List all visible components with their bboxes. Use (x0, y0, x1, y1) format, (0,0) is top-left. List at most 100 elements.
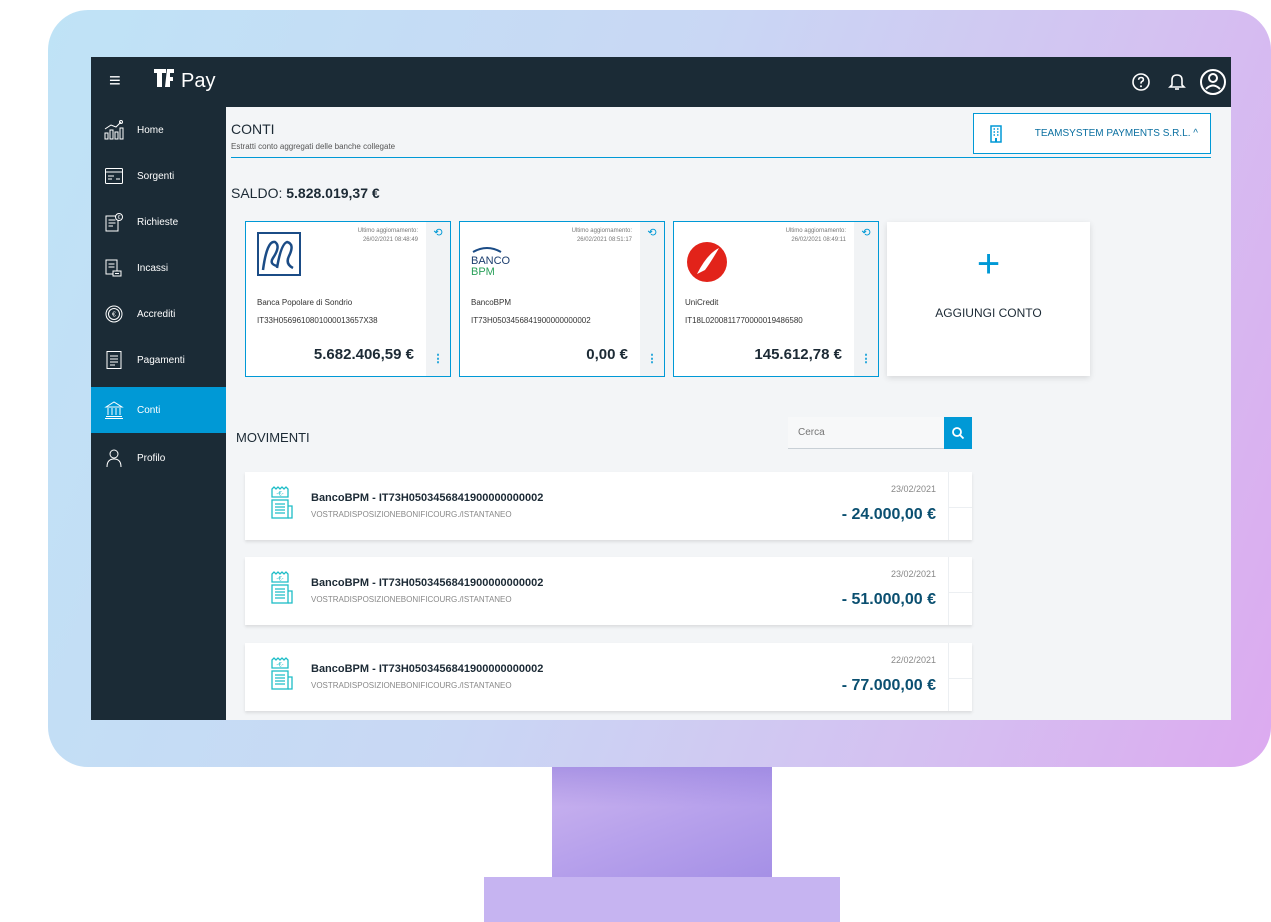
banco-bpm-logo: BANCO BPM (471, 242, 515, 292)
top-bar: ≡ Pay (91, 57, 1231, 107)
sidebar-item-label: Conti (137, 404, 161, 416)
refresh-icon[interactable]: ⟲ (640, 226, 664, 246)
last-update-date: 26/02/2021 08:51:17 (576, 237, 632, 243)
svg-text:-€-: -€- (276, 577, 283, 583)
movements-title: MOVIMENTI (236, 430, 310, 445)
company-selector[interactable]: TEAMSYSTEM PAYMENTS S.R.L. ^ (973, 113, 1211, 154)
last-update-date: 26/02/2021 08:49:11 (791, 237, 846, 243)
sources-icon (91, 167, 137, 185)
movement-row-side (948, 557, 972, 625)
svg-text:-€-: -€- (276, 663, 283, 669)
sidebar-item-pagamenti[interactable]: Pagamenti (91, 337, 226, 383)
search-button[interactable] (944, 417, 972, 449)
payments-icon (91, 350, 137, 370)
bank-name: Banca Popolare di Sondrio (257, 298, 353, 307)
sidebar-item-label: Accrediti (137, 308, 176, 320)
main-content: CONTI Estratti conto aggregati delle ban… (226, 107, 1231, 720)
total-balance: SALDO: 5.828.019,37 € (231, 185, 380, 201)
unicredit-logo (685, 240, 729, 290)
sidebar-item-label: Richieste (137, 216, 179, 228)
refresh-icon[interactable]: ⟲ (426, 226, 450, 246)
movement-title: BancoBPM - IT73H0503456841900000000002 (311, 663, 544, 675)
movement-date: 23/02/2021 (890, 484, 936, 494)
sidebar-item-richieste[interactable]: € Richieste (91, 199, 226, 245)
building-icon (974, 124, 1018, 143)
user-avatar-icon[interactable] (1195, 57, 1231, 107)
kebab-menu-icon[interactable]: ⋮ (426, 352, 450, 370)
account-card-sondrio[interactable]: ⟲ ⋮ Ultimo aggiornamento: 26/02/2021 08:… (245, 221, 451, 377)
sidebar-item-conti[interactable]: Conti (91, 387, 226, 433)
refresh-icon[interactable]: ⟲ (854, 226, 878, 246)
movement-title: BancoBPM - IT73H0503456841900000000002 (311, 577, 544, 589)
account-balance: 0,00 € (586, 346, 628, 363)
last-update-date: 26/02/2021 08:48:49 (362, 237, 418, 243)
movement-date: 23/02/2021 (890, 569, 936, 579)
app-screen: ≡ Pay Home Sorgenti € Richieste Incassi … (91, 57, 1231, 720)
sidebar-item-label: Pagamenti (137, 354, 185, 366)
top-bar-actions (1123, 57, 1231, 107)
movement-row[interactable]: -€- BancoBPM - IT73H05034568419000000000… (245, 557, 972, 625)
sidebar-item-profilo[interactable]: Profilo (91, 435, 226, 481)
movement-date: 22/02/2021 (890, 655, 936, 665)
movement-amount: - 77.000,00 € (841, 677, 936, 694)
bank-iban: IT73H0503456841900000000002 (471, 316, 591, 325)
last-update-label: Ultimo aggiornamento: (357, 228, 418, 234)
monitor-stand-base (484, 877, 840, 922)
help-icon[interactable] (1123, 57, 1159, 107)
euro-coin-icon: € (91, 304, 137, 324)
sidebar-item-sorgenti[interactable]: Sorgenti (91, 153, 226, 199)
sidebar-item-incassi[interactable]: Incassi (91, 245, 226, 291)
sidebar-item-label: Home (137, 124, 164, 136)
page-subtitle: Estratti conto aggregati delle banche co… (231, 142, 396, 151)
bank-name: BancoBPM (471, 298, 512, 307)
add-account-label: AGGIUNGI CONTO (935, 306, 1042, 320)
last-update-label: Ultimo aggiornamento: (785, 228, 846, 234)
receipt-euro-icon: -€- (269, 657, 295, 695)
movement-amount: - 51.000,00 € (841, 591, 936, 608)
sidebar-item-home[interactable]: Home (91, 107, 226, 153)
balance-label: SALDO: (231, 185, 283, 201)
sidebar: Home Sorgenti € Richieste Incassi € Accr… (91, 107, 226, 720)
add-account-button[interactable]: + AGGIUNGI CONTO (887, 222, 1090, 376)
movement-description: VOSTRADISPOSIZIONEBONIFICOURG./ISTANTANE… (311, 595, 512, 604)
svg-text:€: € (118, 215, 121, 221)
balance-value: 5.828.019,37 € (286, 185, 380, 201)
kebab-menu-icon[interactable]: ⋮ (854, 352, 878, 370)
page-stage: ≡ Pay Home Sorgenti € Richieste Incassi … (0, 0, 1271, 922)
bank-iban: IT33H0569610801000013657X38 (257, 316, 378, 325)
movement-row[interactable]: -€- BancoBPM - IT73H05034568419000000000… (245, 643, 972, 711)
sidebar-item-accrediti[interactable]: € Accrediti (91, 291, 226, 337)
hamburger-menu-icon[interactable]: ≡ (109, 71, 125, 91)
last-update-label: Ultimo aggiornamento: (571, 228, 632, 234)
kebab-menu-icon[interactable]: ⋮ (640, 352, 664, 370)
movement-row[interactable]: -€- BancoBPM - IT73H05034568419000000000… (245, 472, 972, 540)
movement-description: VOSTRADISPOSIZIONEBONIFICOURG./ISTANTANE… (311, 510, 512, 519)
collections-icon (91, 258, 137, 278)
bank-iban: IT18L0200811770000019486580 (685, 316, 803, 325)
bank-icon (91, 400, 137, 420)
movement-amount: - 24.000,00 € (841, 506, 936, 523)
account-card-unicredit[interactable]: ⟲ ⋮ Ultimo aggiornamento: 26/02/2021 08:… (673, 221, 879, 377)
sidebar-item-label: Sorgenti (137, 170, 175, 182)
movement-row-side (948, 643, 972, 711)
search-input[interactable] (788, 417, 944, 448)
svg-text:BPM: BPM (471, 266, 495, 278)
app-logo[interactable]: Pay (151, 65, 215, 97)
account-balance: 5.682.406,59 € (313, 346, 414, 363)
svg-text:€: € (112, 312, 116, 319)
popolare-sondrio-logo (257, 232, 301, 282)
title-divider (231, 157, 1211, 158)
receipt-euro-icon: -€- (269, 486, 295, 524)
plus-icon: + (976, 242, 1001, 286)
search-icon (952, 427, 965, 440)
app-name: Pay (181, 69, 216, 92)
page-title: CONTI (231, 121, 275, 137)
bell-icon[interactable] (1159, 57, 1195, 107)
sidebar-item-label: Incassi (137, 262, 169, 274)
movement-description: VOSTRADISPOSIZIONEBONIFICOURG./ISTANTANE… (311, 681, 512, 690)
movement-row-side (948, 472, 972, 540)
svg-text:-€-: -€- (276, 492, 283, 498)
profile-icon (91, 448, 137, 468)
account-card-bancobpm[interactable]: ⟲ ⋮ Ultimo aggiornamento: 26/02/2021 08:… (459, 221, 665, 377)
bank-name: UniCredit (685, 298, 719, 307)
